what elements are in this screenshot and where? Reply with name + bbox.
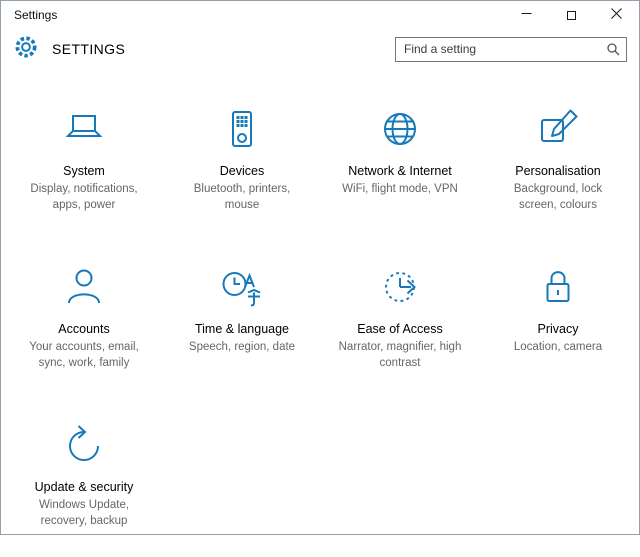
category-subtitle: Narrator, magnifier, high contrast bbox=[338, 340, 462, 371]
laptop-icon bbox=[60, 95, 108, 153]
settings-category-grid: System Display, notifications, apps, pow… bbox=[1, 83, 639, 557]
padlock-icon bbox=[534, 253, 582, 311]
ease-of-access-icon bbox=[376, 253, 424, 311]
devices-icon bbox=[218, 95, 266, 153]
category-tile-network[interactable]: Network & Internet WiFi, flight mode, VP… bbox=[321, 83, 479, 241]
page-title: SETTINGS bbox=[52, 41, 125, 57]
search-input[interactable] bbox=[396, 42, 600, 56]
category-title: Personalisation bbox=[515, 164, 600, 178]
close-button[interactable] bbox=[594, 1, 639, 29]
window-controls bbox=[504, 1, 639, 29]
category-subtitle: Background, lock screen, colours bbox=[496, 182, 620, 213]
category-subtitle: Speech, region, date bbox=[189, 340, 295, 356]
category-subtitle: WiFi, flight mode, VPN bbox=[342, 182, 458, 198]
close-icon bbox=[611, 6, 622, 24]
search-icon[interactable] bbox=[600, 38, 626, 61]
category-title: Accounts bbox=[58, 322, 109, 336]
header: SETTINGS bbox=[1, 29, 639, 67]
category-tile-accounts[interactable]: Accounts Your accounts, email, sync, wor… bbox=[5, 241, 163, 399]
paintbrush-icon bbox=[534, 95, 582, 153]
category-title: System bbox=[63, 164, 105, 178]
category-title: Privacy bbox=[538, 322, 579, 336]
clock-language-icon bbox=[218, 253, 266, 311]
category-subtitle: Display, notifications, apps, power bbox=[22, 182, 146, 213]
category-tile-system[interactable]: System Display, notifications, apps, pow… bbox=[5, 83, 163, 241]
window-title: Settings bbox=[1, 8, 57, 22]
gear-icon bbox=[13, 34, 39, 65]
category-title: Network & Internet bbox=[348, 164, 452, 178]
category-tile-devices[interactable]: Devices Bluetooth, printers, mouse bbox=[163, 83, 321, 241]
maximize-icon bbox=[567, 11, 576, 20]
category-title: Time & language bbox=[195, 322, 289, 336]
category-title: Ease of Access bbox=[357, 322, 442, 336]
category-title: Devices bbox=[220, 164, 264, 178]
maximize-button[interactable] bbox=[549, 1, 594, 29]
category-title: Update & security bbox=[35, 480, 134, 494]
category-subtitle: Windows Update, recovery, backup bbox=[22, 498, 146, 529]
minimize-button[interactable] bbox=[504, 1, 549, 29]
category-tile-personalisation[interactable]: Personalisation Background, lock screen,… bbox=[479, 83, 637, 241]
category-subtitle: Your accounts, email, sync, work, family bbox=[22, 340, 146, 371]
person-icon bbox=[60, 253, 108, 311]
category-tile-time-language[interactable]: Time & language Speech, region, date bbox=[163, 241, 321, 399]
minimize-icon bbox=[521, 6, 532, 24]
globe-icon bbox=[376, 95, 424, 153]
search-box bbox=[395, 37, 627, 62]
category-tile-update-security[interactable]: Update & security Windows Update, recove… bbox=[5, 399, 163, 557]
category-tile-ease-of-access[interactable]: Ease of Access Narrator, magnifier, high… bbox=[321, 241, 479, 399]
titlebar: Settings bbox=[1, 1, 639, 29]
category-tile-privacy[interactable]: Privacy Location, camera bbox=[479, 241, 637, 399]
category-subtitle: Bluetooth, printers, mouse bbox=[180, 182, 304, 213]
refresh-icon bbox=[60, 411, 108, 469]
category-subtitle: Location, camera bbox=[514, 340, 602, 356]
